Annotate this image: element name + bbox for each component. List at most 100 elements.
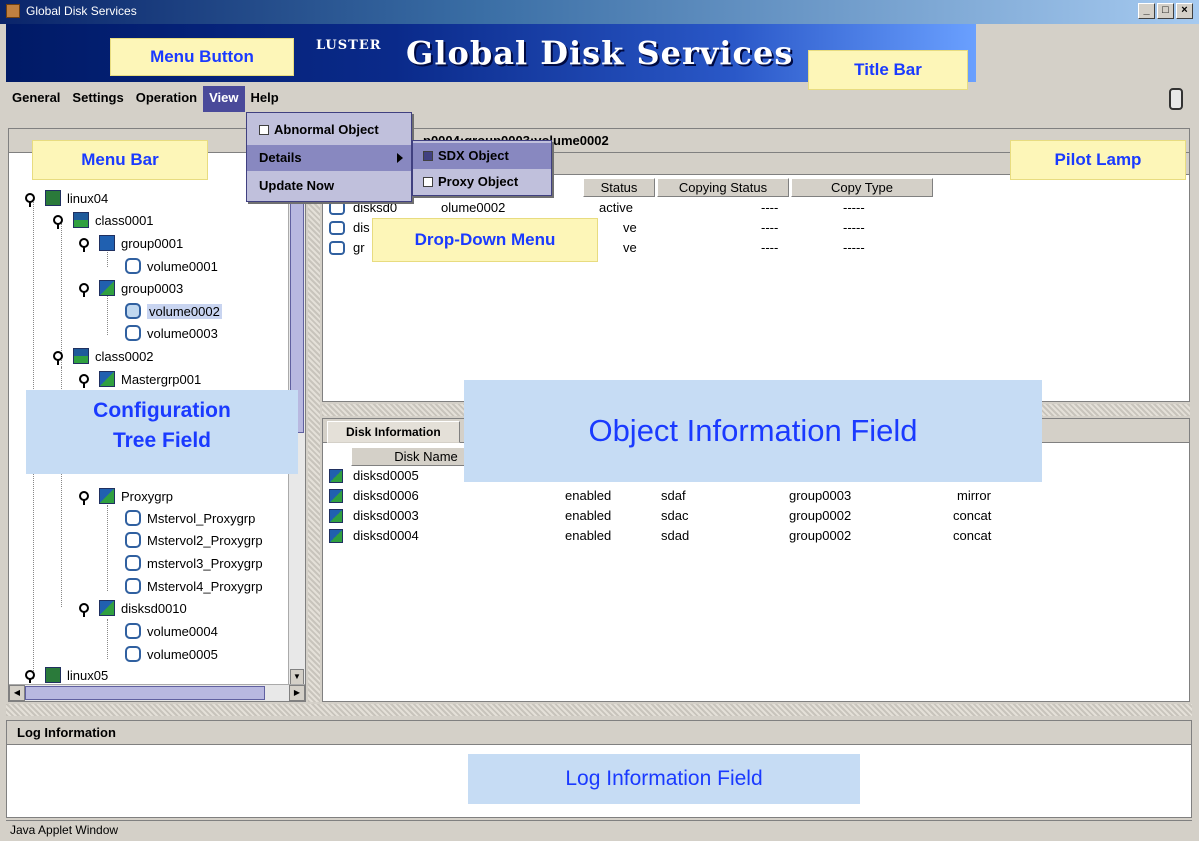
- menu-item-details[interactable]: Details: [247, 145, 411, 171]
- row-copy-type: -----: [843, 240, 865, 255]
- tree-node-label: disksd0010: [121, 600, 187, 616]
- column-header-copy-type[interactable]: Copy Type: [791, 178, 933, 197]
- tree-node-disksd0010[interactable]: disksd0010: [79, 597, 187, 619]
- vertical-splitter[interactable]: [308, 128, 320, 702]
- row-status: ve: [623, 220, 637, 235]
- tree-node-label: volume0005: [147, 646, 218, 662]
- scrollbar-thumb[interactable]: [25, 686, 265, 700]
- tree-guide: [107, 619, 108, 659]
- menu-item-sdx-object[interactable]: SDX Object: [413, 143, 551, 169]
- tree-node-volume0002[interactable]: volume0002: [125, 300, 222, 322]
- tree-node-volume0003[interactable]: volume0003: [125, 322, 218, 344]
- volume-icon: [125, 646, 141, 662]
- disk-icon: [329, 469, 343, 483]
- checkbox-icon[interactable]: [259, 125, 269, 135]
- volume-icon: [125, 325, 141, 341]
- log-splitter[interactable]: [6, 704, 1192, 716]
- menu-operation[interactable]: Operation: [130, 86, 203, 112]
- group-icon: [99, 280, 115, 296]
- disk-icon: [329, 489, 343, 503]
- tree-node-linux04[interactable]: linux04: [25, 187, 108, 209]
- checkbox-checked-icon[interactable]: [423, 151, 433, 161]
- close-button[interactable]: ×: [1176, 3, 1193, 19]
- menu-item-abnormal-object[interactable]: Abnormal Object: [247, 117, 411, 143]
- expand-toggle-icon[interactable]: [79, 283, 89, 297]
- tree-node-class0001[interactable]: class0001: [53, 209, 154, 231]
- tree-node-label: group0003: [121, 280, 184, 296]
- tree-node-volume0005[interactable]: volume0005: [125, 643, 218, 665]
- tree-node-class0002[interactable]: class0002: [53, 345, 154, 367]
- tree-node-mstervol-proxygrp[interactable]: Mstervol_Proxygrp: [125, 507, 255, 529]
- tree-node-mastergrp001[interactable]: Mastergrp001: [79, 368, 201, 390]
- row-group: group0002: [789, 508, 852, 523]
- menu-help[interactable]: Help: [245, 86, 285, 112]
- volume-icon: [125, 555, 141, 571]
- scroll-right-icon[interactable]: ▶: [289, 685, 305, 701]
- java-cup-icon: [6, 4, 20, 18]
- tree-node-mstervol3-proxygrp[interactable]: mstervol3_Proxygrp: [125, 552, 263, 574]
- callout-line-2: Tree Field: [112, 429, 212, 452]
- volume-icon: [329, 241, 345, 255]
- row-copying-status: ----: [761, 220, 779, 235]
- row-name: gr: [353, 240, 365, 255]
- column-header-status[interactable]: Status: [583, 178, 655, 197]
- tree-node-label: class0002: [95, 348, 154, 364]
- tree-node-linux05[interactable]: linux05: [25, 667, 108, 683]
- menu-general[interactable]: General: [6, 86, 66, 112]
- server-icon: [45, 667, 61, 683]
- tree-node-mstervol2-proxygrp[interactable]: Mstervol2_Proxygrp: [125, 529, 263, 551]
- row-type: mirror: [957, 488, 991, 503]
- volume-icon: [125, 623, 141, 639]
- scroll-down-icon[interactable]: ▼: [290, 669, 304, 685]
- menu-view[interactable]: View: [203, 86, 245, 112]
- tree-node-proxygrp[interactable]: Proxygrp: [79, 485, 173, 507]
- callout-drop-down-menu: Drop-Down Menu: [372, 218, 598, 262]
- row-name: dis: [353, 220, 370, 235]
- checkbox-icon[interactable]: [423, 177, 433, 187]
- menu-item-label: SDX Object: [438, 148, 509, 163]
- row-type: concat: [953, 528, 992, 543]
- class-icon: [73, 212, 89, 228]
- row-disk-status: enabled: [565, 488, 612, 503]
- expand-toggle-icon[interactable]: [79, 238, 89, 252]
- scroll-left-icon[interactable]: ◀: [9, 685, 25, 701]
- tree-node-mstervol4-proxygrp[interactable]: Mstervol4_Proxygrp: [125, 575, 263, 597]
- volume-icon: [125, 258, 141, 274]
- expand-toggle-icon[interactable]: [53, 351, 63, 365]
- callout-title-bar: Title Bar: [808, 50, 968, 90]
- submenu-arrow-icon: [397, 153, 403, 163]
- callout-menu-button: Menu Button: [110, 38, 294, 76]
- banner-cluster-text: LUSTER: [316, 38, 382, 53]
- tree-node-group0003[interactable]: group0003: [79, 277, 183, 299]
- expand-toggle-icon[interactable]: [79, 374, 89, 388]
- tree-node-group0001[interactable]: group0001: [79, 232, 183, 254]
- class-icon: [73, 348, 89, 364]
- expand-toggle-icon[interactable]: [53, 215, 63, 229]
- row-disk-name: disksd0006: [353, 488, 419, 503]
- menu-item-label: Update Now: [259, 178, 335, 193]
- menu-item-update-now[interactable]: Update Now: [247, 173, 411, 199]
- tree-node-label: volume0004: [147, 623, 218, 639]
- disk-icon: [329, 509, 343, 523]
- expand-toggle-icon[interactable]: [25, 193, 35, 207]
- expand-toggle-icon[interactable]: [79, 491, 89, 505]
- volume-icon: [329, 221, 345, 235]
- tree-horizontal-scrollbar[interactable]: ◀ ▶: [9, 684, 305, 701]
- tree-node-volume0001[interactable]: volume0001: [125, 255, 218, 277]
- row-device: sdaf: [661, 488, 686, 503]
- tree-node-label: class0001: [95, 212, 154, 228]
- menu-settings[interactable]: Settings: [66, 86, 129, 112]
- expand-toggle-icon[interactable]: [25, 670, 35, 683]
- minimize-button[interactable]: _: [1138, 3, 1155, 19]
- tree-node-volume0004[interactable]: volume0004: [125, 620, 218, 642]
- volume-icon: [125, 510, 141, 526]
- tree-node-label: Mastergrp001: [121, 371, 202, 387]
- row-disk-name: disksd0005: [353, 468, 419, 483]
- maximize-button[interactable]: □: [1157, 3, 1174, 19]
- menu-item-proxy-object[interactable]: Proxy Object: [413, 169, 551, 195]
- tab-disk-information[interactable]: Disk Information: [327, 421, 460, 443]
- expand-toggle-icon[interactable]: [79, 603, 89, 617]
- column-header-copying-status[interactable]: Copying Status: [657, 178, 789, 197]
- view-dropdown-menu: Abnormal Object Details Update Now: [246, 112, 412, 202]
- row-name: disksd0: [353, 200, 398, 215]
